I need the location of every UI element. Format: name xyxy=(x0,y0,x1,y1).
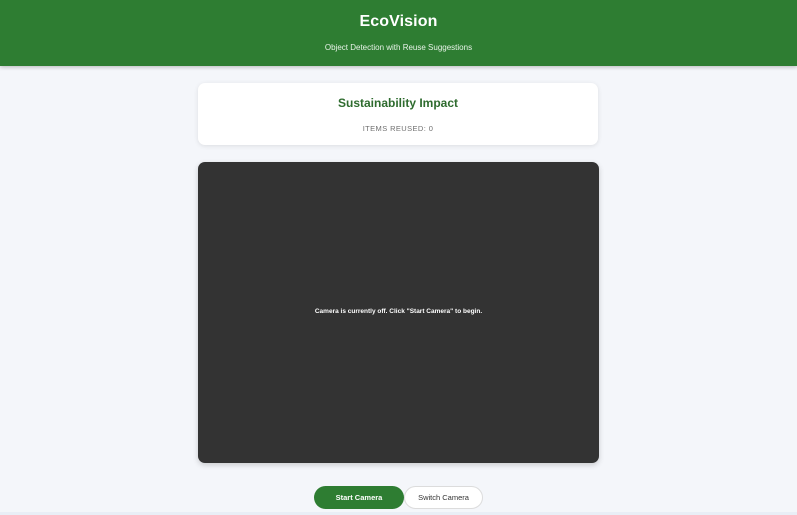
app-header: EcoVision Object Detection with Reuse Su… xyxy=(0,0,797,66)
camera-controls: Start Camera Switch Camera xyxy=(0,486,797,510)
start-camera-button[interactable]: Start Camera xyxy=(314,486,404,509)
sustainability-impact-card: Sustainability Impact ITEMS REUSED: 0 xyxy=(198,83,598,145)
app-subtitle: Object Detection with Reuse Suggestions xyxy=(324,43,473,52)
camera-off-message: Camera is currently off. Click "Start Ca… xyxy=(314,308,483,315)
items-reused-counter: ITEMS REUSED: 0 xyxy=(362,124,434,133)
app-title: EcoVision xyxy=(359,13,438,30)
impact-title: Sustainability Impact xyxy=(337,96,459,110)
camera-view: Camera is currently off. Click "Start Ca… xyxy=(198,162,599,463)
switch-camera-button[interactable]: Switch Camera xyxy=(404,486,483,509)
